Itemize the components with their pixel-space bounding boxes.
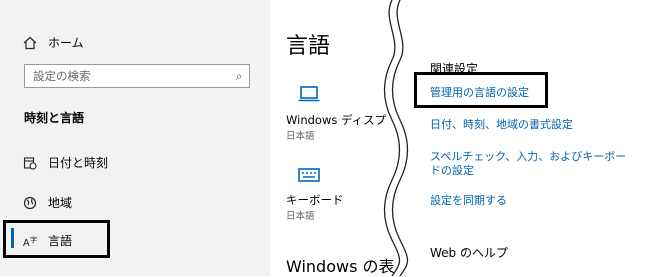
keyboard-icon [298,164,320,188]
break-marks [383,0,409,276]
home-icon [22,36,38,50]
link-sync-settings[interactable]: 設定を同期する [430,194,507,208]
right-margin [642,0,660,276]
sidebar-item-region[interactable]: 地域 [22,194,72,211]
globe-icon [22,196,38,210]
highlight-box-admin-link [414,72,548,108]
link-regional-format[interactable]: 日付、時刻、地域の書式設定 [430,118,573,132]
link-spelling-typing-keyboard[interactable]: スペルチェック、入力、およびキーボードの設定 [430,150,630,178]
sidebar-item-date-time[interactable]: 日付と時刻 [22,154,108,171]
search-input[interactable]: 設定の検索 ⌕ [24,64,250,88]
page-title: 言語 [286,34,331,59]
tile-keyboard-value: 日本語 [286,211,315,222]
laptop-icon [298,84,320,108]
sidebar-item-label: 日付と時刻 [48,156,109,170]
calendar-clock-icon [22,156,38,170]
help-heading: Web のヘルプ [430,246,508,260]
search-icon[interactable]: ⌕ [229,69,249,84]
search-placeholder: 設定の検索 [33,69,91,83]
main-content: 言語 Windows ディスプ 日本語 キーボード 日本語 Windows の表 [270,0,395,276]
tile-keyboard[interactable]: キーボード [286,192,344,208]
tile-display-language-value: 日本語 [286,131,315,142]
highlight-box-language [3,220,110,258]
sidebar-item-label: 地域 [48,196,73,210]
section-title: Windows の表 [286,257,395,276]
tile-display-language[interactable]: Windows ディスプ [286,112,386,128]
sidebar-home[interactable]: ホーム [22,34,84,51]
sidebar-category-title: 時刻と言語 [24,111,85,125]
sidebar-home-label: ホーム [48,36,84,50]
related-settings-panel: 関連設定 管理用の言語の設定 日付、時刻、地域の書式設定 スペルチェック、入力、… [410,0,650,276]
